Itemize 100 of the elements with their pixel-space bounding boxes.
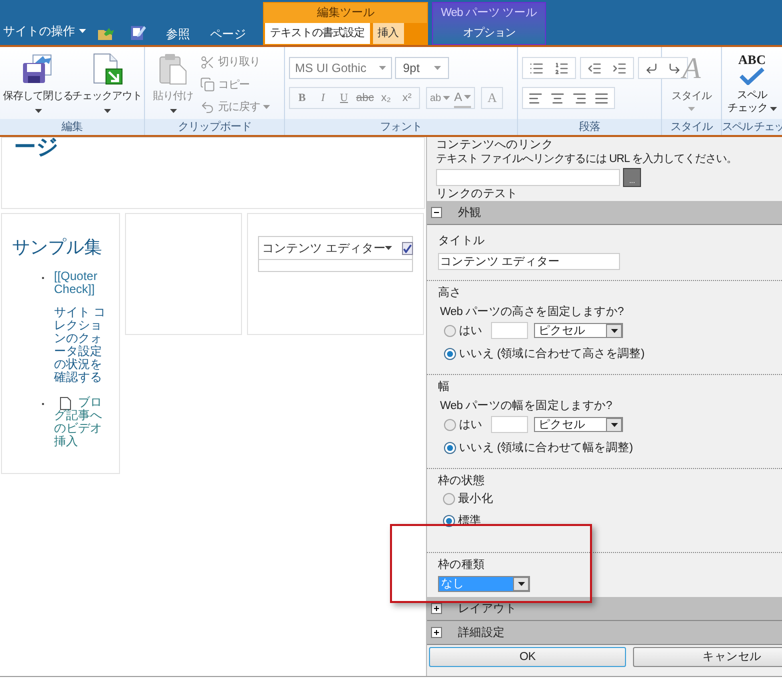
indent-icon[interactable] xyxy=(612,60,627,76)
strike-button[interactable]: abc xyxy=(356,90,374,106)
radio-label: いいえ (領域に合わせて高さを調整) xyxy=(459,347,644,361)
section-header[interactable]: 詳細設定 xyxy=(427,621,782,645)
unit-dropdown[interactable]: ピクセル xyxy=(534,323,624,338)
left-to-right-icon[interactable] xyxy=(668,62,681,74)
save-and-close-button[interactable]: 保存して閉じる xyxy=(3,53,73,119)
url-input-field[interactable] xyxy=(436,169,620,186)
caret-icon xyxy=(610,422,618,426)
caret-icon xyxy=(379,66,386,70)
bullet-list-icon[interactable] xyxy=(529,60,544,76)
scissors-icon xyxy=(200,54,215,70)
superscript-button[interactable]: x² xyxy=(398,90,416,106)
italic-button[interactable]: I xyxy=(314,90,332,106)
caret-icon xyxy=(610,328,618,332)
radio-button[interactable] xyxy=(444,418,456,430)
ribbon-tab[interactable]: ページ xyxy=(200,23,256,45)
caret-icon xyxy=(464,95,472,99)
caret-icon xyxy=(688,107,695,111)
copy-icon xyxy=(200,77,215,92)
bold-button[interactable]: B xyxy=(293,90,311,106)
align-left-icon[interactable] xyxy=(528,90,543,106)
section-header[interactable]: レイアウト xyxy=(427,597,782,621)
ok-button[interactable]: OK xyxy=(429,647,626,667)
font-color-button[interactable]: A xyxy=(454,88,472,108)
radio-label: いいえ (領域に合わせて幅を調整) xyxy=(459,441,633,455)
undo-icon xyxy=(200,100,215,115)
title-input-field[interactable]: コンテンツ エディター xyxy=(438,253,620,270)
radio-label: 最小化 xyxy=(458,492,494,506)
caret-icon xyxy=(443,96,450,100)
edit-page-icon[interactable] xyxy=(130,24,146,40)
subscript-button[interactable]: x₂ xyxy=(377,90,395,106)
radio-button[interactable] xyxy=(444,442,456,454)
expand-icon[interactable] xyxy=(431,627,442,638)
ribbon-group-label: 段落 xyxy=(518,119,661,135)
field-label: コンテンツへのリンク xyxy=(436,138,554,152)
test-link[interactable]: リンクのテスト xyxy=(436,187,782,201)
justify-icon[interactable] xyxy=(594,90,609,106)
link[interactable]: ブログ記事へのビデオ挿入 xyxy=(54,396,112,448)
radio-label: はい xyxy=(459,324,482,338)
field-label: 高さ xyxy=(438,286,462,300)
size-input[interactable] xyxy=(491,322,528,339)
field-question: Web パーツの高さを固定しますか? xyxy=(439,305,625,319)
ribbon-tab[interactable]: オプション xyxy=(458,23,520,44)
unit-dropdown[interactable]: ピクセル xyxy=(534,417,624,432)
field-label: 枠の状態 xyxy=(438,474,486,488)
link-description: サイト コレクションのクォータ設定の状況を確認する xyxy=(54,306,106,384)
caret-icon xyxy=(104,109,110,113)
caret-icon xyxy=(434,66,441,70)
ribbon-tab[interactable]: テキストの書式設定 xyxy=(265,23,370,44)
caret-icon xyxy=(79,29,86,33)
caret-icon xyxy=(34,109,42,113)
radio-button[interactable] xyxy=(444,348,456,360)
caret-icon xyxy=(518,582,524,586)
checkout-button[interactable]: チェックアウト xyxy=(73,53,141,119)
cancel-button[interactable]: キャンセル xyxy=(633,647,782,667)
ribbon-group-label: 編集 xyxy=(0,119,144,135)
folder-arrow-icon[interactable] xyxy=(98,26,114,40)
styles-button[interactable]: A スタイル xyxy=(665,53,718,119)
ribbon-group-label: クリップボード xyxy=(145,119,284,135)
highlight-button[interactable]: ab xyxy=(430,90,450,106)
field-label: 幅 xyxy=(438,380,451,394)
checkbox[interactable] xyxy=(402,242,414,254)
font-name-dropdown[interactable]: MS UI Gothic xyxy=(289,57,392,79)
numbered-list-icon[interactable] xyxy=(554,60,569,76)
field-hint: テキスト ファイルへリンクするには URL を入力してください。 xyxy=(436,152,738,166)
expand-icon[interactable] xyxy=(431,603,442,614)
section-header[interactable]: 外観 xyxy=(427,201,782,225)
field-label: タイトル xyxy=(438,234,486,248)
radio-button[interactable] xyxy=(443,493,455,505)
caret-icon xyxy=(770,106,776,110)
clipboard-icon xyxy=(158,53,188,85)
collapse-icon[interactable] xyxy=(431,207,442,218)
caret-icon xyxy=(385,246,392,250)
underline-button[interactable]: U xyxy=(335,90,353,106)
page-title: ージ xyxy=(13,133,60,161)
link[interactable]: [[Quoter Check]] xyxy=(54,270,112,296)
font-size-dropdown[interactable]: 9pt xyxy=(395,57,449,79)
ribbon-tab[interactable]: 参照 xyxy=(156,23,200,45)
web-part-title: コンテンツ エディター xyxy=(262,240,386,257)
section-heading: サンプル集 xyxy=(12,236,103,258)
spell-check-button[interactable]: ABC スペル チェック xyxy=(725,53,779,119)
site-actions-menu[interactable]: サイトの操作 xyxy=(0,22,86,40)
ribbon-group-label: スタイル xyxy=(662,119,721,135)
contextual-group-title: Web パーツ ツール xyxy=(440,6,538,21)
document-icon xyxy=(60,397,71,410)
align-right-icon[interactable] xyxy=(572,90,587,106)
radio-button[interactable] xyxy=(444,324,456,336)
caret-icon xyxy=(170,109,176,113)
size-input[interactable] xyxy=(491,416,528,433)
ribbon-group-label: フォント xyxy=(285,119,517,135)
browse-button[interactable]: ... xyxy=(623,168,641,187)
field-label: 枠の種類 xyxy=(438,558,486,572)
field-question: Web パーツの幅を固定しますか? xyxy=(439,399,613,413)
align-center-icon[interactable] xyxy=(550,90,565,106)
outdent-icon[interactable] xyxy=(587,60,602,76)
ribbon-tab[interactable]: 挿入 xyxy=(372,23,404,44)
ribbon-group-label: スペル チェッ xyxy=(722,119,782,135)
right-to-left-icon[interactable] xyxy=(645,62,658,74)
check-mark-icon xyxy=(738,67,765,85)
